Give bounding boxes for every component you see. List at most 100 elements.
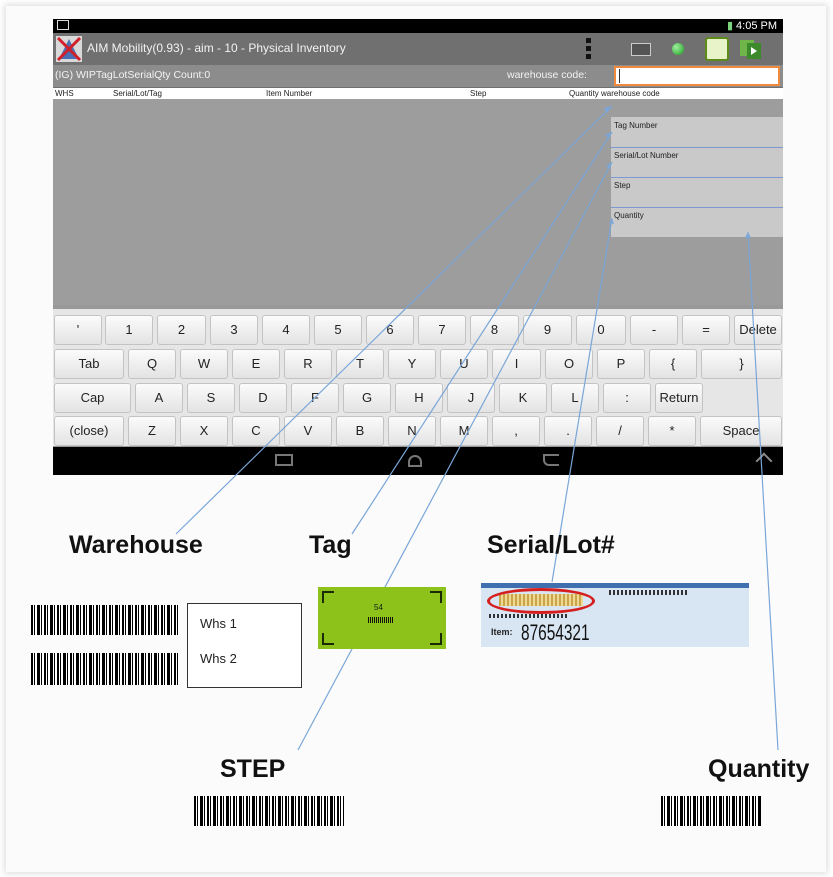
key-return[interactable]: Return bbox=[655, 383, 703, 413]
key-d[interactable]: D bbox=[239, 383, 287, 413]
key-a[interactable]: A bbox=[135, 383, 183, 413]
key-o[interactable]: O bbox=[545, 349, 593, 379]
column-header[interactable]: Serial/Lot/Tag bbox=[113, 89, 162, 98]
key-9[interactable]: 9 bbox=[523, 315, 572, 345]
step-field[interactable]: Step bbox=[611, 177, 783, 208]
text-caret bbox=[619, 69, 620, 83]
action-bar: AIM Mobility(0.93) - aim - 10 - Physical… bbox=[53, 33, 783, 65]
key-s[interactable]: S bbox=[187, 383, 235, 413]
key-symbol[interactable]: { bbox=[649, 349, 697, 379]
form-header: (IG) WIPTagLotSerialQty Count:0 warehous… bbox=[53, 65, 783, 88]
key-z[interactable]: Z bbox=[128, 416, 176, 446]
keyboard-icon[interactable] bbox=[631, 43, 651, 56]
tag-number: 54 bbox=[374, 603, 383, 612]
quantity-barcode bbox=[661, 796, 761, 826]
overflow-menu-icon[interactable] bbox=[586, 37, 592, 61]
key-p[interactable]: P bbox=[597, 349, 645, 379]
warehouse-code-label: warehouse code: bbox=[507, 69, 587, 81]
key-7[interactable]: 7 bbox=[418, 315, 466, 345]
back-icon[interactable] bbox=[543, 454, 559, 466]
key-1[interactable]: 1 bbox=[105, 315, 153, 345]
key-i[interactable]: I bbox=[492, 349, 541, 379]
key-x[interactable]: X bbox=[180, 416, 228, 446]
quantity-caption: Quantity bbox=[708, 755, 810, 783]
field-label: Step bbox=[614, 181, 631, 190]
key-symbol[interactable]: - bbox=[630, 315, 678, 345]
whs-option: Whs 1 bbox=[200, 616, 237, 631]
form-title: (IG) WIPTagLotSerialQty Count:0 bbox=[55, 69, 211, 81]
battery-icon: ▮ bbox=[726, 20, 734, 32]
key-f[interactable]: F bbox=[291, 383, 339, 413]
key-symbol[interactable]: ' bbox=[54, 315, 102, 345]
key-y[interactable]: Y bbox=[388, 349, 436, 379]
column-headers: WHS Serial/Lot/Tag Item Number Step Quan… bbox=[53, 88, 783, 99]
key-5[interactable]: 5 bbox=[314, 315, 362, 345]
key-u[interactable]: U bbox=[440, 349, 488, 379]
key-n[interactable]: N bbox=[388, 416, 436, 446]
serial-label-image: Item: 87654321 bbox=[481, 583, 749, 647]
key-tab[interactable]: Tab bbox=[54, 349, 124, 379]
serial-lot-caption: Serial/Lot# bbox=[487, 531, 615, 559]
app-title: AIM Mobility(0.93) - aim - 10 - Physical… bbox=[87, 41, 346, 55]
key-r[interactable]: R bbox=[284, 349, 332, 379]
key-4[interactable]: 4 bbox=[262, 315, 310, 345]
key-cap[interactable]: Cap bbox=[54, 383, 131, 413]
quantity-field[interactable]: Quantity bbox=[611, 207, 783, 237]
key-6[interactable]: 6 bbox=[366, 315, 414, 345]
key-symbol[interactable]: = bbox=[682, 315, 730, 345]
status-dot-icon[interactable] bbox=[672, 43, 684, 55]
soft-keyboard: ' 1 2 3 4 5 6 7 8 9 0- = Delete Tab Q W E R T Y U I O P{} Cap A S D… bbox=[53, 309, 783, 446]
key-symbol[interactable]: } bbox=[701, 349, 782, 379]
key-w[interactable]: W bbox=[180, 349, 228, 379]
tag-caption: Tag bbox=[309, 531, 352, 559]
edit-icon[interactable] bbox=[705, 37, 729, 61]
key-l[interactable]: L bbox=[551, 383, 599, 413]
tag-label-image: 54 bbox=[318, 587, 446, 649]
chevron-up-icon[interactable] bbox=[755, 452, 773, 470]
key-v[interactable]: V bbox=[284, 416, 332, 446]
key-8[interactable]: 8 bbox=[470, 315, 519, 345]
key-symbol[interactable]: / bbox=[596, 416, 644, 446]
key-q[interactable]: Q bbox=[128, 349, 176, 379]
app-logo-icon[interactable] bbox=[56, 36, 82, 62]
key-t[interactable]: T bbox=[336, 349, 384, 379]
key-close[interactable]: (close) bbox=[54, 416, 124, 446]
key-symbol[interactable]: . bbox=[544, 416, 592, 446]
key-0[interactable]: 0 bbox=[576, 315, 626, 345]
warehouse-options-box: Whs 1 Whs 2 bbox=[187, 603, 302, 688]
key-3[interactable]: 3 bbox=[210, 315, 258, 345]
key-delete[interactable]: Delete bbox=[734, 315, 782, 345]
step-barcode bbox=[194, 796, 344, 826]
highlight-oval bbox=[487, 588, 595, 614]
label-small-text bbox=[489, 614, 569, 618]
key-2[interactable]: 2 bbox=[157, 315, 206, 345]
warehouse-code-input[interactable] bbox=[614, 66, 780, 86]
key-b[interactable]: B bbox=[336, 416, 384, 446]
key-j[interactable]: J bbox=[447, 383, 495, 413]
key-symbol[interactable]: * bbox=[648, 416, 696, 446]
key-k[interactable]: K bbox=[499, 383, 547, 413]
tag-number-field[interactable]: Tag Number bbox=[611, 117, 783, 148]
column-header[interactable]: Item Number bbox=[266, 89, 312, 98]
key-symbol[interactable]: : bbox=[603, 383, 651, 413]
key-h[interactable]: H bbox=[395, 383, 443, 413]
status-right: ▮ 4:05 PM bbox=[727, 19, 777, 33]
serial-lot-number-field[interactable]: Serial/Lot Number bbox=[611, 147, 783, 178]
column-header[interactable]: Quantity warehouse code bbox=[569, 89, 660, 98]
warehouse-barcode-2 bbox=[31, 653, 179, 685]
sync-icon[interactable] bbox=[739, 37, 763, 61]
key-m[interactable]: M bbox=[440, 416, 488, 446]
item-label: Item: bbox=[491, 627, 513, 637]
home-icon[interactable] bbox=[408, 455, 422, 467]
key-g[interactable]: G bbox=[343, 383, 391, 413]
recent-apps-icon[interactable] bbox=[275, 454, 293, 466]
column-header[interactable]: Step bbox=[470, 89, 486, 98]
entry-field-panel: Tag Number Serial/Lot Number Step Quanti… bbox=[611, 117, 783, 237]
key-e[interactable]: E bbox=[232, 349, 280, 379]
nav-bar bbox=[53, 447, 783, 475]
label-header-text bbox=[609, 590, 689, 595]
key-c[interactable]: C bbox=[232, 416, 280, 446]
column-header[interactable]: WHS bbox=[55, 89, 74, 98]
key-symbol[interactable]: , bbox=[492, 416, 540, 446]
key-space[interactable]: Space bbox=[700, 416, 782, 446]
